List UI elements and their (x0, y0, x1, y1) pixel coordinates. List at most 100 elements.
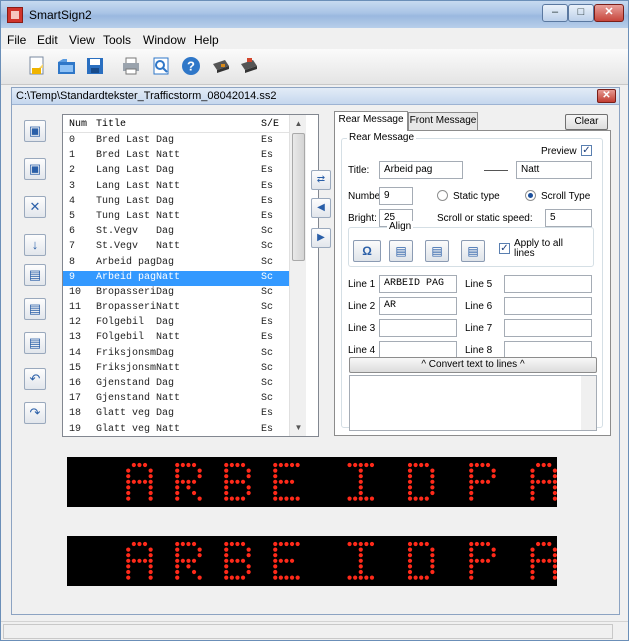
print-button[interactable] (117, 52, 145, 80)
menu-window[interactable]: Window (143, 33, 186, 47)
list-row[interactable]: 15 FriksjonsmNatt Sc (63, 362, 289, 377)
title-bar[interactable]: SmartSign2 – □ ✕ (1, 1, 628, 28)
led-pixel (273, 490, 278, 496)
led-pixel (552, 474, 557, 479)
tab-front-message[interactable]: Front Message (408, 112, 478, 130)
export-button[interactable]: ▣ (24, 158, 46, 180)
preview-label: Preview (541, 146, 577, 157)
save-button[interactable] (81, 52, 109, 80)
clear-button[interactable]: Clear (565, 114, 608, 130)
minimize-button[interactable]: – (542, 4, 568, 22)
convert-text-button[interactable]: ^ Convert text to lines ^ (349, 357, 597, 373)
line-1-field[interactable]: ARBEID PAG (379, 275, 457, 293)
message-text-area[interactable] (349, 375, 597, 431)
led-pixel (474, 479, 479, 484)
new-file-button[interactable] (23, 52, 51, 80)
list-row[interactable]: 17 Gjenstand Natt Sc (63, 392, 289, 407)
led-pixel (430, 468, 435, 473)
list-row[interactable]: 7 St.Vegv Natt Sc (63, 240, 289, 255)
tab-rear-message[interactable]: Rear Message (334, 111, 408, 131)
delete-button[interactable]: ✕ (24, 196, 46, 218)
line-3-field[interactable] (379, 319, 457, 337)
list-row[interactable]: 11 BropasseriNatt Sc (63, 301, 289, 316)
led-pixel (229, 462, 234, 468)
align-left-button[interactable]: ▤ (389, 240, 413, 262)
close-button[interactable]: ✕ (594, 4, 624, 22)
special-char-button[interactable]: Ω (353, 240, 381, 262)
number-field[interactable]: 9 (379, 187, 413, 205)
scroll-up-icon[interactable]: ▲ (290, 115, 307, 132)
list-row[interactable]: 8 Arbeid pagDag Sc (63, 256, 289, 271)
menu-help[interactable]: Help (194, 33, 219, 47)
line-2-field[interactable]: AR (379, 297, 457, 315)
document-path: C:\Temp\Standardtekster_Trafficstorm_080… (16, 90, 277, 102)
copy-button[interactable]: ▤ (24, 298, 46, 320)
scroll-type-radio[interactable] (525, 190, 536, 201)
open-button[interactable] (53, 52, 81, 80)
redo-button[interactable]: ↷ (24, 402, 46, 424)
led-pixel (273, 558, 278, 563)
list-row[interactable]: 19 Glatt veg Natt Es (63, 423, 289, 438)
import-button[interactable]: ▣ (24, 120, 46, 142)
static-type-radio[interactable] (437, 190, 448, 201)
menu-edit[interactable]: Edit (37, 33, 58, 47)
text-area-scrollbar[interactable] (581, 376, 596, 430)
message-list[interactable]: Num Title S/E 0 Bred Last Dag Es 1 Bred Last… (62, 114, 319, 437)
scroll-thumb[interactable] (292, 133, 305, 261)
sort-button[interactable]: ↓ (24, 234, 46, 256)
title-right-field[interactable]: Natt (516, 161, 592, 179)
menu-file[interactable]: File (7, 33, 26, 47)
column-title[interactable]: Title (96, 119, 126, 130)
led-pixel (407, 474, 413, 479)
column-num[interactable]: Num (69, 119, 87, 130)
list-row[interactable]: 0 Bred Last Dag Es (63, 134, 289, 149)
swap-messages-button[interactable]: ⇄ (311, 170, 331, 190)
copy-to-front-button[interactable]: ▶ (311, 228, 331, 248)
edit-button[interactable]: ▤ (24, 264, 46, 286)
print-preview-button[interactable] (147, 52, 175, 80)
send-to-sign-button[interactable] (207, 52, 235, 80)
list-row[interactable]: 13 FOlgebil Natt Es (63, 331, 289, 346)
align-center-button[interactable]: ▤ (425, 240, 449, 262)
undo-button[interactable]: ↶ (24, 368, 46, 390)
list-row[interactable]: 18 Glatt veg Dag Es (63, 407, 289, 422)
led-pixel (353, 496, 358, 501)
column-se[interactable]: S/E (261, 119, 279, 130)
speed-field[interactable]: 5 (545, 209, 592, 227)
led-pixel (358, 462, 363, 468)
paste-button[interactable]: ▤ (24, 332, 46, 354)
title-left-field[interactable]: Arbeid pag (379, 161, 463, 179)
help-button[interactable]: ? (177, 52, 205, 80)
align-right-button[interactable]: ▤ (461, 240, 485, 262)
line-7-field[interactable] (504, 319, 592, 337)
menu-view[interactable]: View (69, 33, 95, 47)
list-row[interactable]: 12 FOlgebil Dag Es (63, 316, 289, 331)
line-6-field[interactable] (504, 297, 592, 315)
list-row[interactable]: 16 Gjenstand Dag Sc (63, 377, 289, 392)
list-row[interactable]: 9 Arbeid pagNatt Sc (63, 270, 289, 286)
row-se: Es (261, 332, 274, 344)
apply-all-checkbox[interactable]: ✓ (499, 243, 510, 254)
document-close-button[interactable]: ✕ (597, 89, 616, 103)
led-pixel (278, 558, 283, 563)
preview-checkbox[interactable]: ✓ (581, 145, 592, 156)
list-row[interactable]: 6 St.Vegv Dag Sc (63, 225, 289, 240)
line-5-field[interactable] (504, 275, 592, 293)
scroll-down-icon[interactable]: ▼ (290, 419, 307, 436)
led-pixel (530, 490, 535, 496)
list-row[interactable]: 4 Tung Last Dag Es (63, 195, 289, 210)
list-row[interactable]: 1 Bred Last Natt Es (63, 149, 289, 164)
list-scrollbar[interactable]: ▲ ▼ (289, 115, 306, 436)
line-1-label: Line 1 (348, 279, 376, 290)
maximize-button[interactable]: □ (568, 4, 594, 22)
read-from-sign-button[interactable] (235, 52, 263, 80)
new-icon (29, 56, 44, 75)
list-row[interactable]: 5 Tung Last Natt Es (63, 210, 289, 225)
list-row[interactable]: 2 Lang Last Dag Es (63, 164, 289, 179)
list-row[interactable]: 10 BropasseriDag Sc (63, 286, 289, 301)
list-row[interactable]: 3 Lang Last Natt Es (63, 180, 289, 195)
list-row[interactable]: 14 FriksjonsmDag Sc (63, 347, 289, 362)
menu-tools[interactable]: Tools (103, 33, 131, 47)
copy-to-rear-button[interactable]: ◀ (311, 198, 331, 218)
print-icon (123, 57, 139, 75)
